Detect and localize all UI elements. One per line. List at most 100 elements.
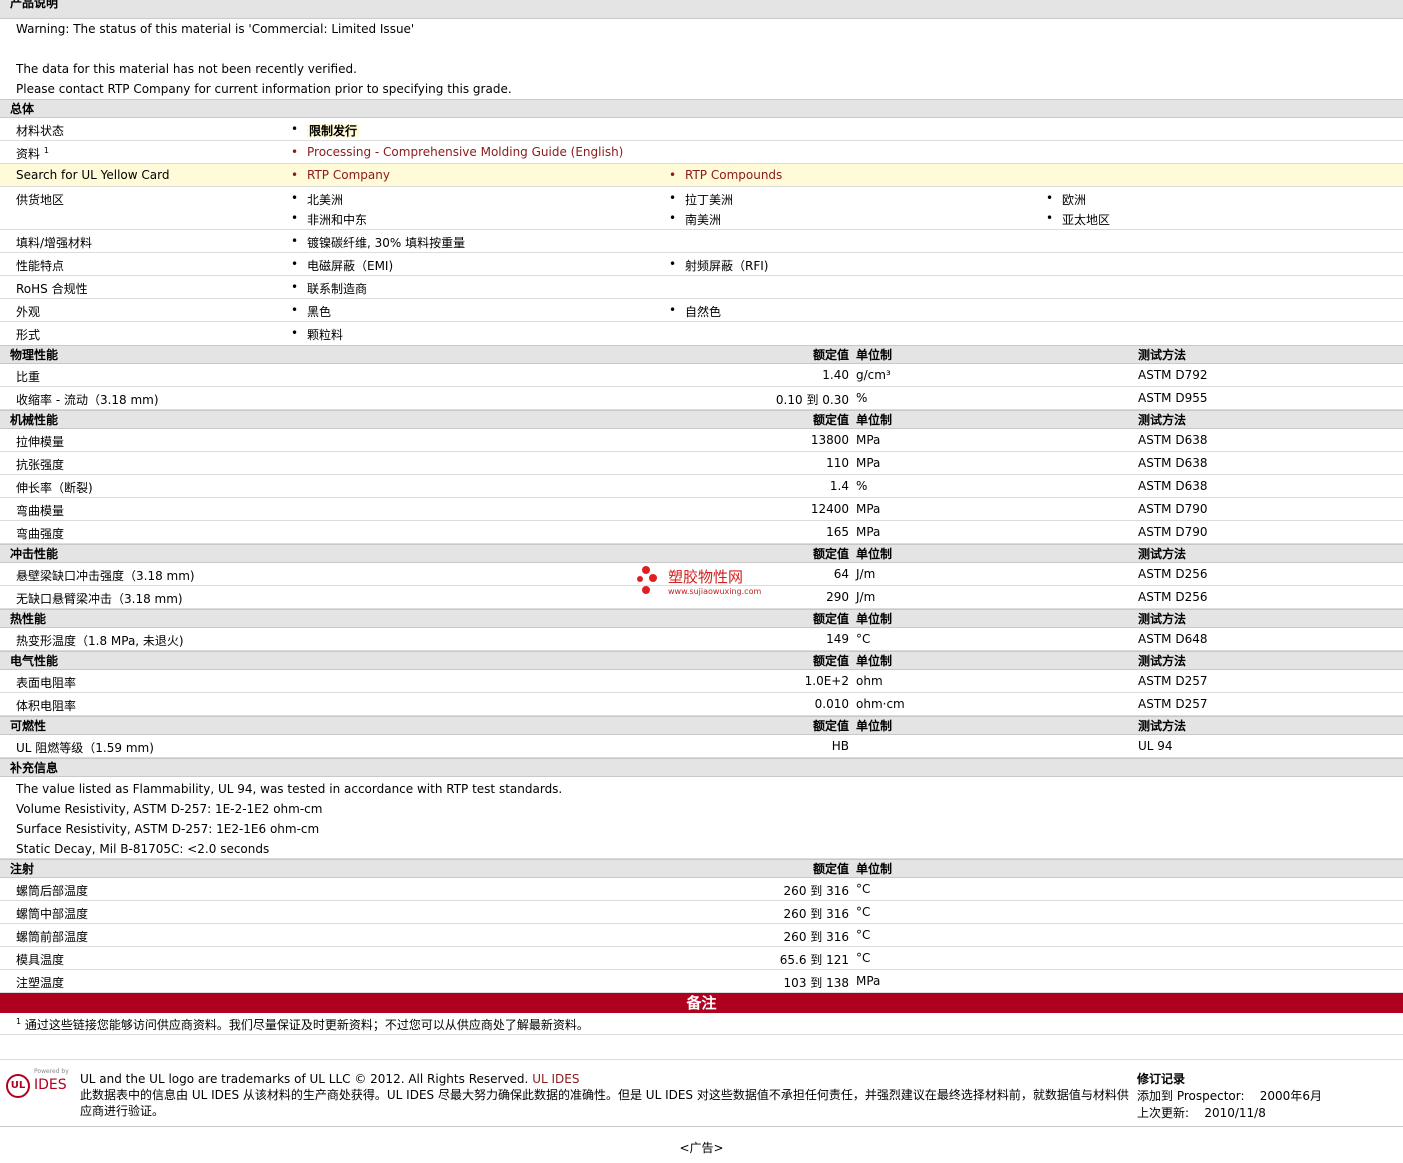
property-unit: J/m: [856, 590, 876, 604]
method-header: 测试方法: [1138, 719, 1187, 733]
region-item: 南美洲: [669, 211, 721, 228]
row-regions: 供货地区 北美洲 拉丁美洲 欧洲 非洲和中东 南美洲 亚太地区: [0, 187, 1403, 230]
property-row: 弯曲强度 165 MPa ASTM D790: [0, 521, 1403, 544]
property-name: 伸长率（断裂): [16, 481, 93, 495]
property-unit: MPa: [856, 456, 881, 470]
property-name: 模具温度: [16, 953, 65, 967]
section-general: 总体: [0, 99, 1403, 118]
feature-item: 电磁屏蔽（EMI): [291, 257, 393, 274]
section-title: 物理性能: [10, 348, 59, 362]
revision-history: 修订记录 添加到 Prospector: 2000年6月 上次更新: 2010/…: [1137, 1071, 1322, 1122]
unit-header: 单位制: [856, 348, 893, 362]
property-value: 290: [826, 590, 849, 604]
method-header: 测试方法: [1138, 654, 1187, 668]
property-value: 149: [826, 632, 849, 646]
nominal-header: 额定值: [812, 348, 849, 362]
section-title: 可燃性: [10, 719, 47, 733]
updated-line: 上次更新: 2010/11/8: [1137, 1105, 1322, 1122]
property-value: 110: [826, 456, 849, 470]
desc-line: Please contact RTP Company for current i…: [16, 82, 512, 96]
property-name: 收缩率 - 流动（3.18 mm): [16, 393, 159, 407]
property-unit: MPa: [856, 974, 881, 988]
unit-header: 单位制: [856, 654, 893, 668]
region-item: 拉丁美洲: [669, 191, 733, 208]
supplemental-line: The value listed as Flammability, UL 94,…: [16, 782, 563, 796]
filler-value: 镀镍碳纤维, 30% 填料按重量: [291, 234, 465, 251]
property-value: 0.10 到 0.30: [775, 393, 849, 407]
property-unit: J/m: [856, 567, 876, 581]
property-name: 注塑温度: [16, 976, 65, 990]
property-name: 螺筒前部温度: [16, 930, 89, 944]
unit-header: 单位制: [856, 862, 893, 876]
appearance-item: 黑色: [291, 303, 331, 320]
property-row: 表面电阻率 1.0E+2 ohm ASTM D257: [0, 670, 1403, 693]
row-rohs: RoHS 合规性 联系制造商: [0, 276, 1403, 299]
appearance-item: 自然色: [669, 303, 721, 320]
status-text: 限制发行: [307, 124, 360, 138]
unit-header: 单位制: [856, 413, 893, 427]
property-name: 螺筒后部温度: [16, 884, 89, 898]
row-label: 供货地区: [16, 193, 65, 207]
added-line: 添加到 Prospector: 2000年6月: [1137, 1088, 1322, 1105]
watermark-name: 塑胶物性网: [668, 568, 744, 586]
property-value: 103 到 138: [783, 976, 849, 990]
property-value: 1.40: [822, 368, 849, 382]
property-value: 260 到 316: [783, 930, 849, 944]
property-name: 热变形温度（1.8 MPa, 未退火): [16, 634, 184, 648]
powered-by-text: Powered by: [34, 1068, 69, 1075]
property-unit: %: [856, 391, 868, 405]
desc-line: Warning: The status of this material is …: [16, 22, 415, 36]
property-unit: g/cm³: [856, 368, 891, 382]
test-method: ASTM D790: [1138, 502, 1208, 516]
property-row: 收缩率 - 流动（3.18 mm) 0.10 到 0.30% ASTM D955: [0, 387, 1403, 410]
property-row: 抗张强度 110 MPa ASTM D638: [0, 452, 1403, 475]
section-electrical: 电气性能 额定值 单位制 测试方法: [0, 651, 1403, 670]
region-item: 亚太地区: [1046, 211, 1110, 228]
docs-link[interactable]: Processing - Comprehensive Molding Guide…: [291, 145, 623, 159]
property-value: 65.6 到 121: [779, 953, 849, 967]
test-method: ASTM D256: [1138, 590, 1208, 604]
watermark: 塑胶物性网 www.sujiaowuxing.com: [637, 566, 762, 596]
property-name: 表面电阻率: [16, 676, 77, 690]
nominal-header: 额定值: [812, 413, 849, 427]
row-documents: 资料 1 Processing - Comprehensive Molding …: [0, 141, 1403, 164]
property-unit: ohm·cm: [856, 697, 905, 711]
property-unit: ohm: [856, 674, 883, 688]
section-title: 补充信息: [10, 761, 59, 775]
row-filler: 填料/增强材料 镀镍碳纤维, 30% 填料按重量: [0, 230, 1403, 253]
section-title: 电气性能: [10, 654, 59, 668]
ul-ides-link[interactable]: UL IDES: [532, 1072, 579, 1086]
test-method: ASTM D648: [1138, 632, 1208, 646]
unit-header: 单位制: [856, 719, 893, 733]
rtp-company-link[interactable]: RTP Company: [291, 168, 390, 182]
property-name: 悬壁梁缺口冲击强度（3.18 mm): [16, 569, 195, 583]
section-title: 总体: [10, 102, 35, 116]
added-value: 2000年6月: [1259, 1089, 1322, 1103]
row-label: Search for UL Yellow Card: [16, 168, 170, 182]
property-unit: MPa: [856, 525, 881, 539]
property-row: 螺筒前部温度 260 到 316 °C: [0, 924, 1403, 947]
watermark-url: www.sujiaowuxing.com: [668, 587, 762, 596]
footer: UL Powered by IDES UL and the UL logo ar…: [0, 1060, 1403, 1127]
test-method: ASTM D256: [1138, 567, 1208, 581]
rtp-compounds-link[interactable]: RTP Compounds: [669, 168, 782, 182]
property-name: 弯曲模量: [16, 504, 65, 518]
test-method: ASTM D257: [1138, 674, 1208, 688]
section-title: 热性能: [10, 612, 47, 626]
property-row: 螺筒后部温度 260 到 316 °C: [0, 878, 1403, 901]
row-ul-yellow-card: Search for UL Yellow Card RTP Company RT…: [0, 164, 1403, 187]
nominal-header: 额定值: [812, 862, 849, 876]
section-title: 产品说明: [10, 0, 59, 10]
supplemental-text: The value listed as Flammability, UL 94,…: [0, 777, 1403, 859]
notes-text: 1 通过这些链接您能够访问供应商资料。我们尽量保证及时更新资料；不过您可以从供应…: [0, 1013, 1403, 1035]
property-value: 260 到 316: [783, 884, 849, 898]
property-row: 比重 1.40 g/cm³ ASTM D792: [0, 364, 1403, 387]
region-item: 欧洲: [1046, 191, 1086, 208]
property-row: 体积电阻率 0.010 ohm·cm ASTM D257: [0, 693, 1403, 716]
property-row: 伸长率（断裂) 1.4% ASTM D638: [0, 475, 1403, 498]
row-label: RoHS 合规性: [16, 282, 88, 296]
row-features: 性能特点 电磁屏蔽（EMI) 射频屏蔽（RFI): [0, 253, 1403, 276]
disclaimer-text: 此数据表中的信息由 UL IDES 从该材料的生产商处获得。UL IDES 尽最…: [80, 1088, 1129, 1118]
supplemental-line: Volume Resistivity, ASTM D-257: 1E-2-1E2…: [16, 802, 323, 816]
ul-logo-icon: UL: [6, 1074, 30, 1098]
